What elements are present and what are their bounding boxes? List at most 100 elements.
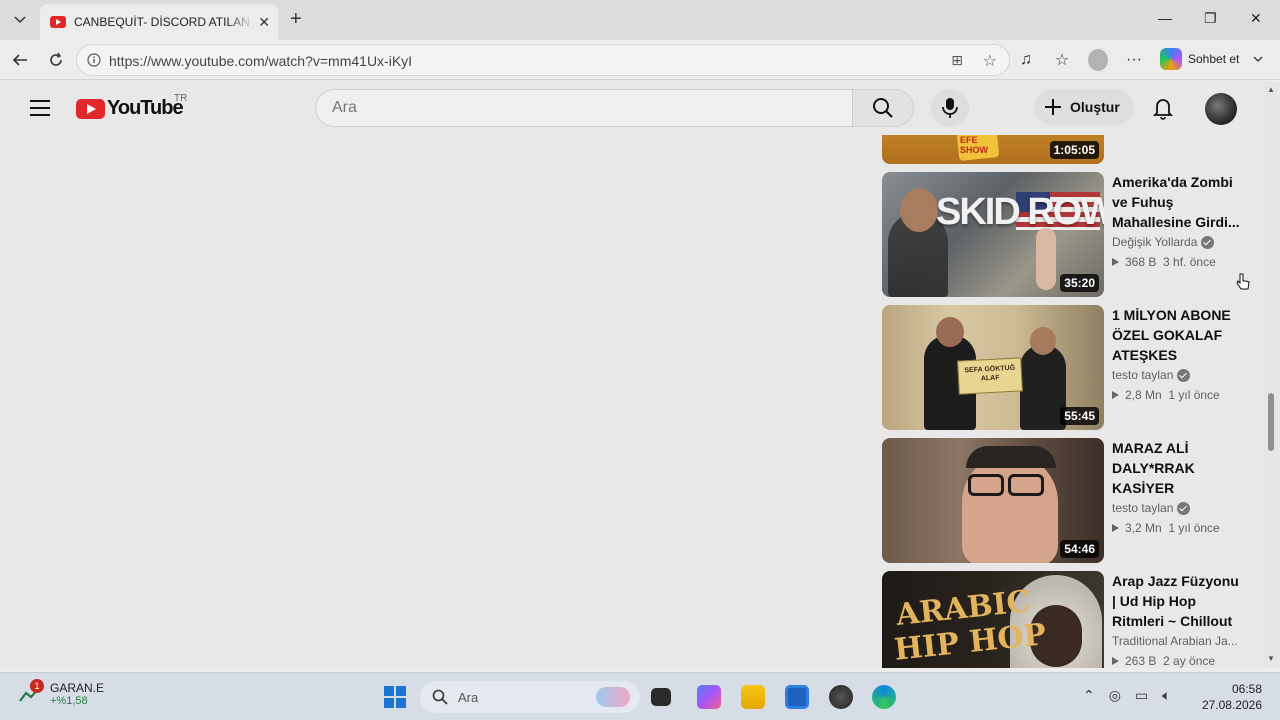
microphone-icon <box>942 98 958 118</box>
logo-wordmark: YouTube <box>107 97 184 119</box>
view-count: 263 B <box>1125 654 1157 668</box>
search-box <box>315 89 915 127</box>
taskbar-search[interactable]: Ara <box>420 681 640 713</box>
upload-age: 2 ay önce <box>1163 654 1216 668</box>
task-view-icon[interactable] <box>651 688 671 706</box>
browser-tab-strip: CANBEQUİT- DİSCORD ATILAN VİDEO ✕ + — ❐ … <box>0 0 1280 40</box>
youtube-masthead: YouTube TR Oluştur <box>0 81 1264 135</box>
close-window-button[interactable]: ✕ <box>1250 10 1262 27</box>
search-input[interactable] <box>315 89 852 127</box>
copilot-icon <box>1160 48 1182 70</box>
recommendation-item[interactable]: SKID ROW 35:20 Amerika'da Zombi ve Fuhuş… <box>882 172 1252 297</box>
file-explorer-icon[interactable] <box>741 685 765 709</box>
video-thumbnail[interactable]: ARABIC HIP HOP <box>882 571 1104 668</box>
microsoft-365-icon[interactable] <box>697 685 721 709</box>
edge-browser-icon[interactable] <box>872 685 896 709</box>
channel-name: Değişik Yollarda <box>1112 235 1198 249</box>
chevron-down-icon <box>1253 56 1263 62</box>
system-tray: ⌃ ◎ ▭ 🔈︎ <box>1083 687 1171 704</box>
create-button[interactable]: Oluştur <box>1034 89 1134 125</box>
video-title[interactable]: MARAZ ALİ DALY*RRAK KASİYER <box>1112 438 1242 498</box>
profile-button[interactable] <box>1088 49 1108 71</box>
youtube-play-logo-icon <box>76 98 105 119</box>
video-duration: 54:46 <box>1060 540 1099 558</box>
scroll-down-arrow-icon[interactable]: ▼ <box>1267 654 1275 663</box>
media-control-icon[interactable]: ♫ <box>1016 50 1036 70</box>
clock[interactable]: 06:58 27.08.2026 <box>1198 681 1262 713</box>
copilot-chat-button[interactable]: Sohbet et <box>1160 48 1263 70</box>
channel-name-row[interactable]: testo taylan <box>1112 368 1242 382</box>
upload-age: 1 yıl önce <box>1168 388 1220 402</box>
play-icon <box>1112 524 1119 532</box>
scroll-up-arrow-icon[interactable]: ▲ <box>1267 85 1275 94</box>
stock-symbol: GARAN.E <box>50 681 105 695</box>
video-thumbnail[interactable]: 54:46 <box>882 438 1104 563</box>
browser-tab-active[interactable]: CANBEQUİT- DİSCORD ATILAN VİDEO ✕ <box>40 4 278 40</box>
search-icon <box>432 689 448 705</box>
upload-age: 1 yıl önce <box>1168 521 1220 535</box>
apps-icon[interactable]: ⊞ <box>951 52 963 69</box>
bell-icon <box>1152 99 1174 120</box>
page-scrollbar[interactable]: ▲ ▼ <box>1264 81 1278 668</box>
favorites-icon[interactable]: ☆ <box>1052 50 1072 70</box>
thumb-text-efe-show: EFE SHOW <box>960 135 988 155</box>
thumb-text-skid-row: SKID ROW <box>936 191 1104 233</box>
tab-close-icon[interactable]: ✕ <box>258 14 270 31</box>
recommendation-item[interactable]: ARABIC HIP HOP Arap Jazz Füzyonu | Ud Hi… <box>882 571 1252 668</box>
reload-button[interactable] <box>46 50 66 70</box>
youtube-page: EFE SHOW 1:05:05 SKID ROW 35:20 Amerika'… <box>0 81 1280 668</box>
microsoft-store-icon[interactable] <box>785 685 809 709</box>
play-icon <box>1112 657 1119 665</box>
favorite-star-icon[interactable]: ☆ <box>983 51 997 71</box>
play-icon <box>1112 391 1119 399</box>
channel-name-row[interactable]: Değişik Yollarda <box>1112 235 1242 249</box>
search-button[interactable] <box>852 89 914 127</box>
network-status-icon[interactable]: ◎ <box>1109 687 1121 704</box>
channel-name: testo taylan <box>1112 501 1174 515</box>
video-info: Arap Jazz Füzyonu | Ud Hip Hop Ritmleri … <box>1112 571 1242 668</box>
video-thumbnail[interactable]: SEFA GÖKTUĞ ALAF 55:45 <box>882 305 1104 430</box>
video-duration: 55:45 <box>1060 407 1099 425</box>
voice-search-button[interactable] <box>931 89 969 127</box>
video-title[interactable]: Amerika'da Zombi ve Fuhuş Mahallesine Gi… <box>1112 172 1242 232</box>
video-duration: 35:20 <box>1060 274 1099 292</box>
scrollbar-thumb[interactable] <box>1268 393 1274 451</box>
restore-button[interactable]: ❐ <box>1204 10 1217 27</box>
channel-name-row[interactable]: testo taylan <box>1112 501 1242 515</box>
plus-icon <box>1045 99 1061 115</box>
channel-name: testo taylan <box>1112 368 1174 382</box>
address-bar[interactable]: https://www.youtube.com/watch?v=mm41Ux-i… <box>76 44 1010 76</box>
menu-icon[interactable] <box>30 100 50 116</box>
volume-icon[interactable]: 🔈︎ <box>1162 687 1170 704</box>
video-title[interactable]: Arap Jazz Füzyonu | Ud Hip Hop Ritmleri … <box>1112 571 1242 631</box>
youtube-favicon-icon <box>50 16 66 28</box>
show-hidden-icons-icon[interactable]: ⌃ <box>1083 687 1095 704</box>
site-info-icon[interactable] <box>87 53 101 67</box>
recommendation-item[interactable]: SEFA GÖKTUĞ ALAF 55:45 1 MİLYON ABONE ÖZ… <box>882 305 1252 430</box>
stock-widget[interactable]: 1 GARAN.E +%1,58 <box>18 679 105 707</box>
create-label: Oluştur <box>1070 99 1120 115</box>
recommendation-item[interactable]: 54:46 MARAZ ALİ DALY*RRAK KASİYER testo … <box>882 438 1252 563</box>
video-info: MARAZ ALİ DALY*RRAK KASİYER testo taylan… <box>1112 438 1242 535</box>
more-menu-icon[interactable]: ··· <box>1124 50 1144 70</box>
view-count: 368 B <box>1125 255 1157 269</box>
account-avatar[interactable] <box>1205 93 1237 125</box>
video-thumbnail[interactable]: SKID ROW 35:20 <box>882 172 1104 297</box>
windows-start-icon[interactable] <box>384 686 406 708</box>
notifications-button[interactable] <box>1150 95 1176 121</box>
youtube-logo[interactable]: YouTube TR <box>76 93 187 120</box>
minimize-button[interactable]: — <box>1158 10 1172 26</box>
url-text: https://www.youtube.com/watch?v=mm41Ux-i… <box>109 53 413 69</box>
display-icon[interactable]: ▭ <box>1135 687 1148 704</box>
verified-badge-icon <box>1177 368 1191 382</box>
tab-list-button[interactable] <box>8 8 32 32</box>
video-title[interactable]: 1 MİLYON ABONE ÖZEL GOKALAF ATEŞKES <box>1112 305 1242 365</box>
obs-icon[interactable] <box>829 685 853 709</box>
search-icon <box>873 98 893 118</box>
back-button[interactable] <box>10 50 30 70</box>
video-meta: 3,2 Mn 1 yıl önce <box>1112 521 1242 535</box>
new-tab-button[interactable]: + <box>290 9 302 29</box>
view-count: 2,8 Mn <box>1125 388 1162 402</box>
channel-name-row[interactable]: Traditional Arabian Ja... <box>1112 634 1242 648</box>
windows-taskbar: 1 GARAN.E +%1,58 Ara ⌃ ◎ ▭ 🔈︎ 06:58 27.0… <box>0 672 1280 720</box>
